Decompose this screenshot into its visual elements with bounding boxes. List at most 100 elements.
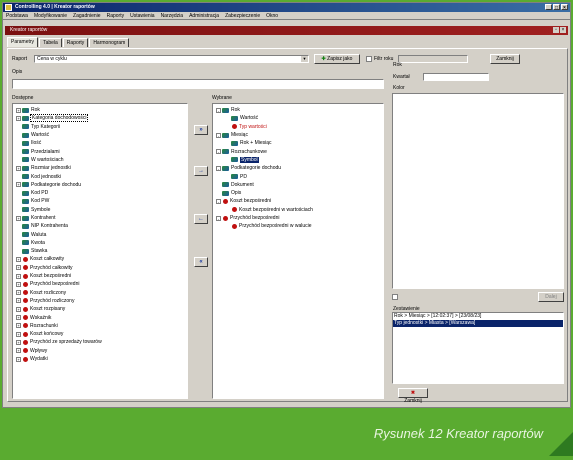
tab[interactable]: Raporty <box>62 38 89 47</box>
expand-toggle[interactable]: + <box>16 298 21 304</box>
expand-toggle[interactable]: + <box>16 306 21 312</box>
menu-item[interactable]: Zabezpieczenie <box>225 12 260 19</box>
tree-item[interactable]: + Koszt bezpośredni <box>16 272 187 280</box>
close-summary-button[interactable]: ✖ Zamknij <box>398 388 428 404</box>
tree-item[interactable]: W wartościach <box>16 156 187 164</box>
tree-item[interactable]: Typ wartości <box>216 123 383 131</box>
tree-item[interactable]: Ilość <box>16 139 187 147</box>
tree-item[interactable]: - Rozrachunkowe <box>216 147 383 155</box>
expand-toggle[interactable]: + <box>16 115 21 121</box>
menu-item[interactable]: Podstawa <box>6 12 28 19</box>
tree-item[interactable]: - Rok <box>216 106 383 114</box>
tree-item[interactable]: + Wskaźnik <box>16 313 187 321</box>
tree-item[interactable]: Wartość <box>16 131 187 139</box>
save-as-button[interactable]: ✚ Zapisz jako <box>314 54 360 64</box>
menu-item[interactable]: Administracja <box>189 12 219 19</box>
tree-item[interactable]: + Koszt rozliczony <box>16 289 187 297</box>
tree-item[interactable]: - Przychód bezpośredni <box>216 214 383 222</box>
expand-toggle[interactable]: + <box>16 331 21 337</box>
expand-toggle[interactable]: - <box>216 198 221 204</box>
tree-item[interactable]: + Wydatki <box>16 355 187 363</box>
opis-input[interactable] <box>12 79 384 89</box>
tree-item[interactable]: + Rozrachunki <box>16 322 187 330</box>
tree-item[interactable]: Symbol <box>216 156 383 164</box>
tree-item[interactable]: - Miesiąc <box>216 131 383 139</box>
expand-toggle[interactable]: + <box>16 339 21 345</box>
menu-item[interactable]: Raporty <box>107 12 125 19</box>
expand-toggle[interactable]: - <box>216 107 221 113</box>
tree-item[interactable]: Typ Kategorii <box>16 123 187 131</box>
tree-item[interactable]: + Przychód rozliczony <box>16 297 187 305</box>
tree-item[interactable]: + Koszt rozpisany <box>16 305 187 313</box>
expand-toggle[interactable]: + <box>16 315 21 321</box>
tree-item[interactable]: + Przychód bezpośredni <box>16 280 187 288</box>
expand-toggle[interactable]: - <box>216 215 221 221</box>
summary-row[interactable]: Typ jednostki > Miasta > [Warszawa] <box>393 320 563 327</box>
properties-checkbox[interactable] <box>392 294 398 300</box>
expand-toggle[interactable]: + <box>16 182 21 188</box>
add-button[interactable]: → <box>194 166 208 176</box>
add-all-button[interactable]: » <box>194 125 208 135</box>
tree-item[interactable]: Rok + Miesiąc <box>216 139 383 147</box>
tree-item[interactable]: - Podkategorie dochodu <box>216 164 383 172</box>
selected-fields-tree[interactable]: - Rok Wartość Typ wartości - Miesiąc Rok + Mie… <box>212 103 384 399</box>
raport-select[interactable]: Cena w cyklu ▼ <box>34 55 309 63</box>
tree-item[interactable]: Koszt bezpośredni w wartościach <box>216 206 383 214</box>
tree-item[interactable]: + Kontrahent <box>16 214 187 222</box>
menu-item[interactable]: Modyfikowanie <box>34 12 67 19</box>
expand-toggle[interactable]: - <box>216 132 221 138</box>
expand-toggle[interactable]: + <box>16 356 21 362</box>
menu-item[interactable]: Narzędzia <box>161 12 184 19</box>
tree-item[interactable]: + Podkategorie dochodu <box>16 181 187 189</box>
tab[interactable]: Harmonogram <box>89 38 130 47</box>
tree-item[interactable]: - Koszt bezpośredni <box>216 197 383 205</box>
tree-item[interactable]: + Rok <box>16 106 187 114</box>
tree-item[interactable]: Stawka <box>16 247 187 255</box>
menu-item[interactable]: Zagadnienie <box>73 12 101 19</box>
tab[interactable]: Parametry <box>7 37 39 47</box>
summary-list[interactable]: Rok > Miesiąc > [12:02:37] > [23/08/23] T… <box>392 312 564 384</box>
kwartal-input[interactable] <box>423 73 489 81</box>
expand-toggle[interactable]: + <box>16 323 21 329</box>
tree-item[interactable]: + Przychód ze sprzedaży towarów <box>16 338 187 346</box>
expand-toggle[interactable]: + <box>16 290 21 296</box>
tab[interactable]: Tabela <box>39 38 62 47</box>
tree-item[interactable]: Symbole <box>16 206 187 214</box>
expand-toggle[interactable]: + <box>16 273 21 279</box>
minimize-button[interactable]: _ <box>545 4 552 11</box>
expand-toggle[interactable]: + <box>16 265 21 271</box>
available-fields-tree[interactable]: + Rok + Kategoria dochodowości Typ Kategorii… <box>12 103 188 399</box>
expand-toggle[interactable]: + <box>16 165 21 171</box>
filter-select[interactable] <box>398 55 468 63</box>
next-button[interactable]: Dalej <box>538 292 564 302</box>
tree-item[interactable]: Przedziałami <box>16 147 187 155</box>
tree-item[interactable]: + Koszt końcowy <box>16 330 187 338</box>
expand-toggle[interactable]: - <box>216 165 221 171</box>
tree-item[interactable]: + Wpływy <box>16 347 187 355</box>
remove-button[interactable]: ← <box>194 214 208 224</box>
subwindow-close-button[interactable]: × <box>560 27 566 33</box>
tree-item[interactable]: Kod PW <box>16 197 187 205</box>
tree-item[interactable]: + Kategoria dochodowości <box>16 114 187 123</box>
expand-toggle[interactable]: + <box>16 215 21 221</box>
expand-toggle[interactable]: + <box>16 107 21 113</box>
close-button[interactable]: × <box>561 4 568 11</box>
tree-item[interactable]: Kod jednostki <box>16 172 187 180</box>
tree-item[interactable]: Dokument <box>216 181 383 189</box>
menu-item[interactable]: Ustawienia <box>130 12 154 19</box>
expand-toggle[interactable]: - <box>216 149 221 155</box>
summary-row[interactable]: Rok > Miesiąc > [12:02:37] > [23/08/23] <box>393 313 563 320</box>
menu-item[interactable]: Okno <box>266 12 278 19</box>
chevron-down-icon[interactable]: ▼ <box>301 56 308 62</box>
tree-item[interactable]: + Koszt całkowity <box>16 255 187 263</box>
expand-toggle[interactable]: + <box>16 256 21 262</box>
close-window-button[interactable]: Zamknij <box>490 54 520 64</box>
tree-item[interactable]: PD <box>216 172 383 180</box>
tree-item[interactable]: + Przychód całkowity <box>16 264 187 272</box>
expand-toggle[interactable]: + <box>16 281 21 287</box>
filter-checkbox[interactable] <box>366 56 372 62</box>
tree-item[interactable]: Przychód bezpośredni w walucie <box>216 222 383 230</box>
tree-item[interactable]: Waluta <box>16 230 187 238</box>
tree-item[interactable]: NIP Kontrahenta <box>16 222 187 230</box>
tree-item[interactable]: Kod PD <box>16 189 187 197</box>
